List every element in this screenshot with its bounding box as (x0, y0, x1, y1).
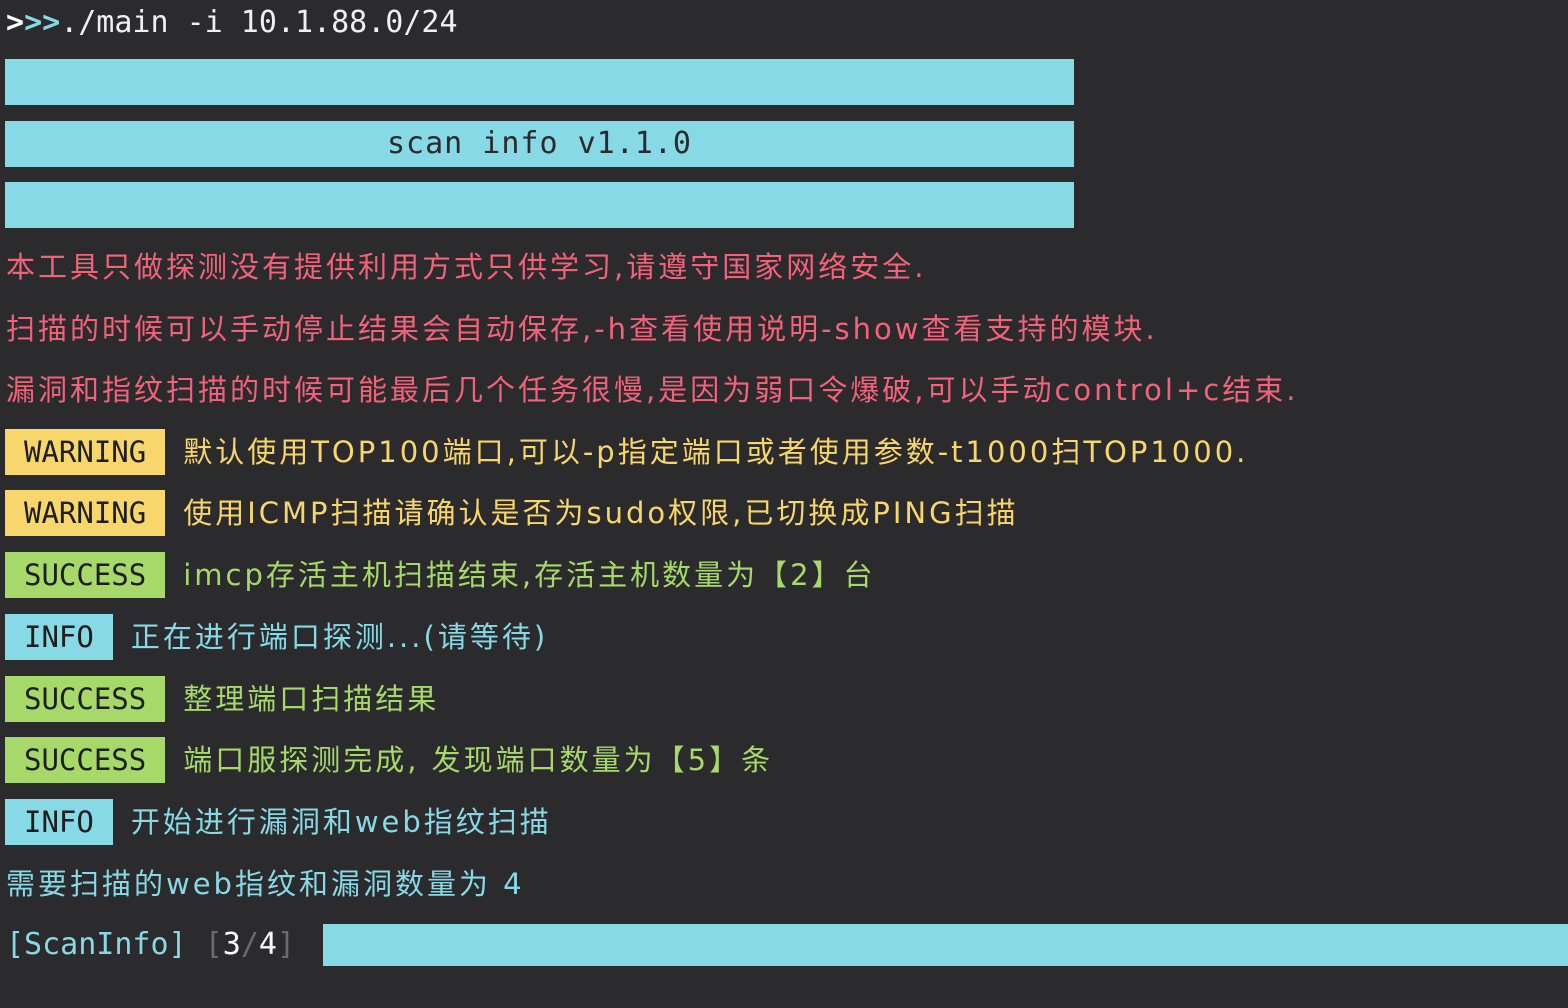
scan-summary: 需要扫描的web指纹和漏洞数量为 4 (6, 867, 525, 901)
progress-bar (323, 924, 1568, 966)
log-message: 端口服探测完成, 发现端口数量为【5】条 (183, 743, 774, 777)
notice-line: 扫描的时候可以手动停止结果会自动保存,-h查看使用说明-show查看支持的模块. (6, 312, 1158, 346)
banner-top (5, 59, 1074, 105)
progress-status: [ScanInfo] [3/4] (6, 922, 295, 968)
log-line: INFO 正在进行端口探测...(请等待) (5, 614, 548, 660)
log-message: 使用ICMP扫描请确认是否为sudo权限,已切换成PING扫描 (183, 496, 1019, 530)
log-line: SUCCESS 整理端口扫描结果 (5, 676, 439, 722)
progress-current: 3 (222, 927, 241, 962)
log-line: WARNING 使用ICMP扫描请确认是否为sudo权限,已切换成PING扫描 (5, 490, 1019, 536)
command-prompt: >>>./main -i 10.1.88.0/24 (6, 0, 458, 46)
warning-badge: WARNING (5, 429, 166, 475)
log-line: INFO 开始进行漏洞和web指纹扫描 (5, 799, 552, 845)
progress-bracket-open: [ (204, 927, 223, 962)
log-message: imcp存活主机扫描结束,存活主机数量为【2】台 (183, 558, 876, 592)
warning-badge: WARNING (5, 490, 166, 536)
info-badge: INFO (5, 614, 113, 660)
success-badge: SUCCESS (5, 552, 166, 598)
notice-line: 本工具只做探测没有提供利用方式只供学习,请遵守国家网络安全. (6, 250, 927, 284)
log-message: 正在进行端口探测...(请等待) (130, 620, 549, 654)
banner-bottom (5, 182, 1074, 228)
progress-label: [ScanInfo] (6, 927, 187, 962)
notice-line: 漏洞和指纹扫描的时候可能最后几个任务很慢,是因为弱口令爆破,可以手动contro… (6, 373, 1299, 407)
success-badge: SUCCESS (5, 676, 166, 722)
progress-total: 4 (258, 927, 277, 962)
log-message: 整理端口扫描结果 (183, 682, 440, 716)
log-line: SUCCESS 端口服探测完成, 发现端口数量为【5】条 (5, 737, 773, 783)
command-text: ./main -i 10.1.88.0/24 (60, 5, 458, 40)
progress-separator: / (240, 927, 259, 962)
info-badge: INFO (5, 799, 113, 845)
log-message: 默认使用TOP100端口,可以-p指定端口或者使用参数-t1000扫TOP100… (183, 435, 1249, 469)
prompt-chevron-icon: > (6, 5, 25, 40)
log-line: SUCCESS imcp存活主机扫描结束,存活主机数量为【2】台 (5, 552, 876, 598)
success-badge: SUCCESS (5, 737, 166, 783)
log-line: WARNING 默认使用TOP100端口,可以-p指定端口或者使用参数-t1000… (5, 429, 1248, 475)
banner-title: scan info v1.1.0 (5, 121, 1074, 167)
progress-bracket-close: ] (276, 927, 295, 962)
prompt-chevron-icon: > (24, 5, 43, 40)
prompt-chevron-icon: > (42, 5, 61, 40)
log-message: 开始进行漏洞和web指纹扫描 (130, 805, 552, 839)
